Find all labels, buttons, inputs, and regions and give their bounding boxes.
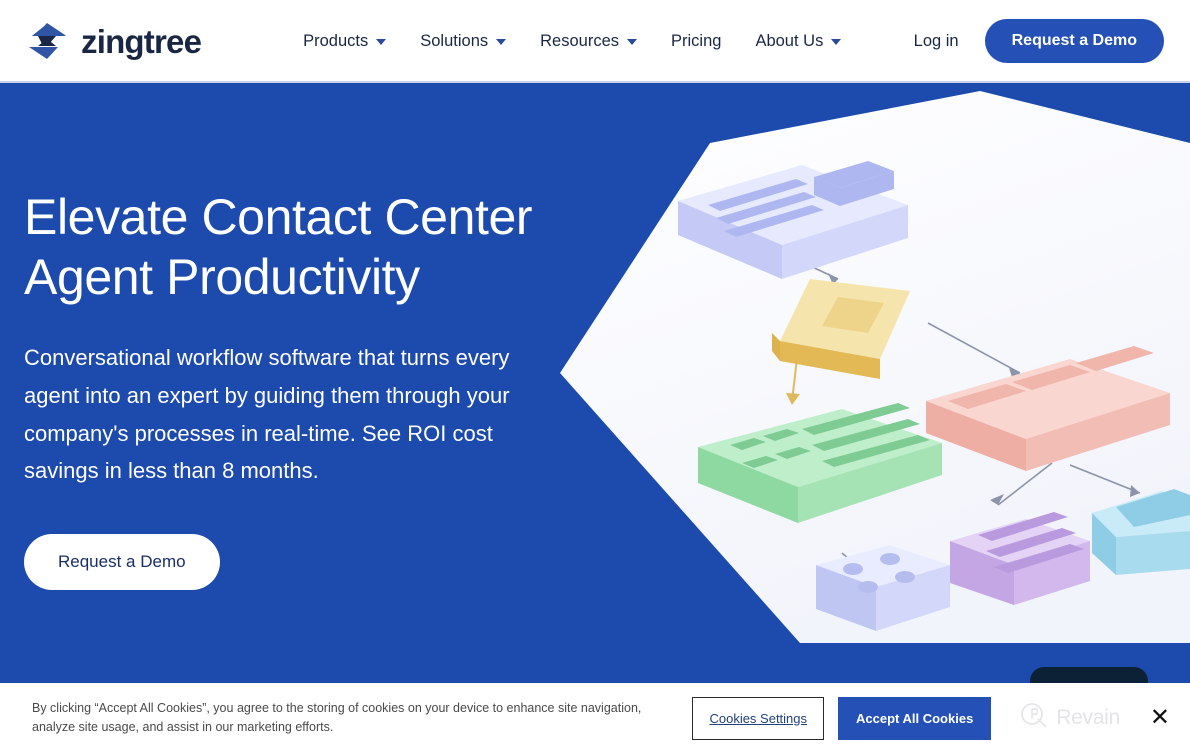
revain-logo-icon [1019,701,1049,736]
chat-launcher-widget[interactable] [1030,667,1148,683]
brand-logo-link[interactable]: zingtree [24,18,202,64]
cookies-settings-button[interactable]: Cookies Settings [692,696,825,740]
accept-all-cookies-button[interactable]: Accept All Cookies [838,696,992,740]
zingtree-arrows-logo-icon [24,18,70,64]
cookie-consent-actions: Cookies Settings Accept All Cookies Reva… [692,696,1190,740]
request-demo-button-hero[interactable]: Request a Demo [24,534,220,591]
hero-subtitle: Conversational workflow software that tu… [24,345,510,484]
revain-watermark-text: Revain [1056,706,1120,729]
primary-navigation: Products Solutions Resources Pricing Abo… [301,26,843,57]
nav-item-pricing[interactable]: Pricing [669,26,723,57]
nav-item-products[interactable]: Products [301,26,388,57]
header-actions: Log in Request a Demo [914,19,1164,63]
page-root: zingtree Products Solutions Resources Pr… [0,0,1190,753]
nav-item-solutions[interactable]: Solutions [418,26,508,57]
nav-item-label: Products [303,31,369,50]
chevron-down-icon [376,39,387,45]
revain-watermark: Revain [1019,701,1120,736]
cookie-consent-banner: By clicking “Accept All Cookies”, you ag… [0,683,1190,753]
nav-item-resources[interactable]: Resources [538,26,639,57]
hero-copy: Elevate Contact Center Agent Productivit… [24,188,604,591]
login-link[interactable]: Log in [914,32,959,51]
close-icon[interactable]: ✕ [1150,706,1170,730]
hero-illustration [550,83,1190,683]
chevron-down-icon [831,39,842,45]
nav-item-label: Solutions [420,31,489,50]
header-divider [0,81,1190,83]
nav-item-label: Resources [540,31,620,50]
nav-item-label: Pricing [671,31,722,50]
chevron-down-icon [627,39,638,45]
request-demo-button-header[interactable]: Request a Demo [984,19,1164,63]
brand-name: zingtree [81,22,202,60]
hero-section: Elevate Contact Center Agent Productivit… [0,83,1190,683]
site-header: zingtree Products Solutions Resources Pr… [0,0,1190,82]
hero-title: Elevate Contact Center Agent Productivit… [24,189,533,305]
nav-item-label: About Us [755,31,824,50]
nav-item-about-us[interactable]: About Us [753,26,843,57]
chevron-down-icon [496,39,507,45]
cookie-consent-message: By clicking “Accept All Cookies”, you ag… [32,700,642,734]
